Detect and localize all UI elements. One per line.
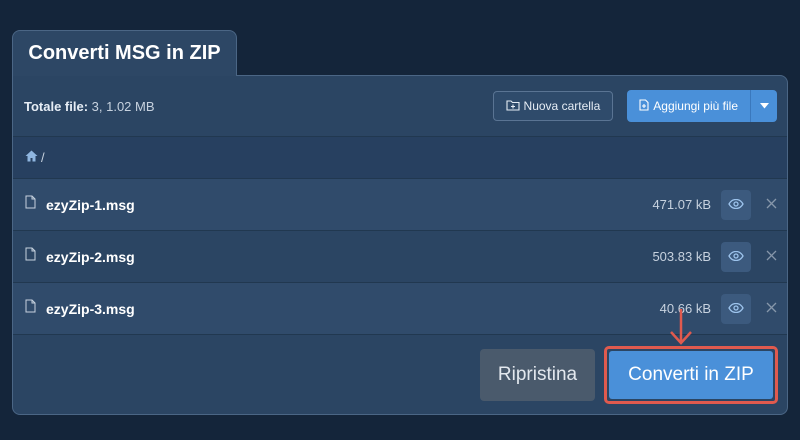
eye-icon (728, 248, 744, 266)
add-files-label: Aggiungi più file (653, 99, 738, 113)
remove-file-button[interactable] (755, 300, 787, 318)
file-name: ezyZip-3.msg (46, 300, 135, 317)
preview-button[interactable] (721, 189, 751, 220)
eye-icon (728, 300, 744, 318)
reset-label: Ripristina (497, 364, 578, 385)
folder-plus-icon (505, 99, 520, 114)
add-files-group: Aggiungi più file (627, 90, 777, 122)
file-name: ezyZip-2.msg (46, 248, 135, 265)
remove-file-button[interactable] (755, 196, 787, 214)
eye-icon (728, 196, 744, 214)
total-label: Totale file: (24, 98, 89, 114)
file-name: ezyZip-1.msg (46, 196, 135, 213)
file-row[interactable]: ezyZip-1.msg 471.07 kB (13, 179, 787, 231)
home-icon[interactable] (25, 150, 38, 165)
toolbar: Totale file: 3, 1.02 MB Nuova cartella A… (13, 76, 787, 137)
breadcrumb: / (13, 137, 787, 179)
total-files: Totale file: 3, 1.02 MB (24, 99, 155, 114)
file-size: 471.07 kB (652, 197, 711, 212)
file-icon (25, 299, 36, 318)
reset-button[interactable]: Ripristina (480, 349, 595, 401)
remove-file-button[interactable] (755, 248, 787, 266)
convert-button[interactable]: Converti in ZIP (609, 351, 773, 399)
caret-down-icon (759, 101, 769, 112)
convert-highlight: Converti in ZIP (604, 346, 778, 404)
total-value: 3, 1.02 MB (88, 98, 155, 114)
tab-title: Converti MSG in ZIP (28, 42, 221, 64)
file-icon (25, 195, 36, 214)
file-panel: Totale file: 3, 1.02 MB Nuova cartella A… (12, 75, 788, 415)
add-files-dropdown-button[interactable] (751, 90, 777, 122)
close-icon (766, 196, 777, 214)
file-row[interactable]: ezyZip-2.msg 503.83 kB (13, 231, 787, 283)
preview-button[interactable] (721, 241, 751, 272)
add-files-button[interactable]: Aggiungi più file (627, 90, 751, 122)
close-icon (766, 248, 777, 266)
tab-converti-msg[interactable]: Converti MSG in ZIP (12, 30, 237, 76)
preview-button[interactable] (721, 293, 751, 324)
file-icon (25, 247, 36, 266)
convert-label: Converti in ZIP (628, 364, 754, 385)
close-icon (766, 300, 777, 318)
new-folder-label: Nuova cartella (523, 99, 601, 113)
file-plus-icon (639, 98, 649, 114)
file-size: 503.83 kB (652, 249, 711, 264)
new-folder-button[interactable]: Nuova cartella (492, 91, 614, 121)
arrow-down-icon (668, 308, 694, 351)
breadcrumb-separator: / (41, 150, 45, 165)
